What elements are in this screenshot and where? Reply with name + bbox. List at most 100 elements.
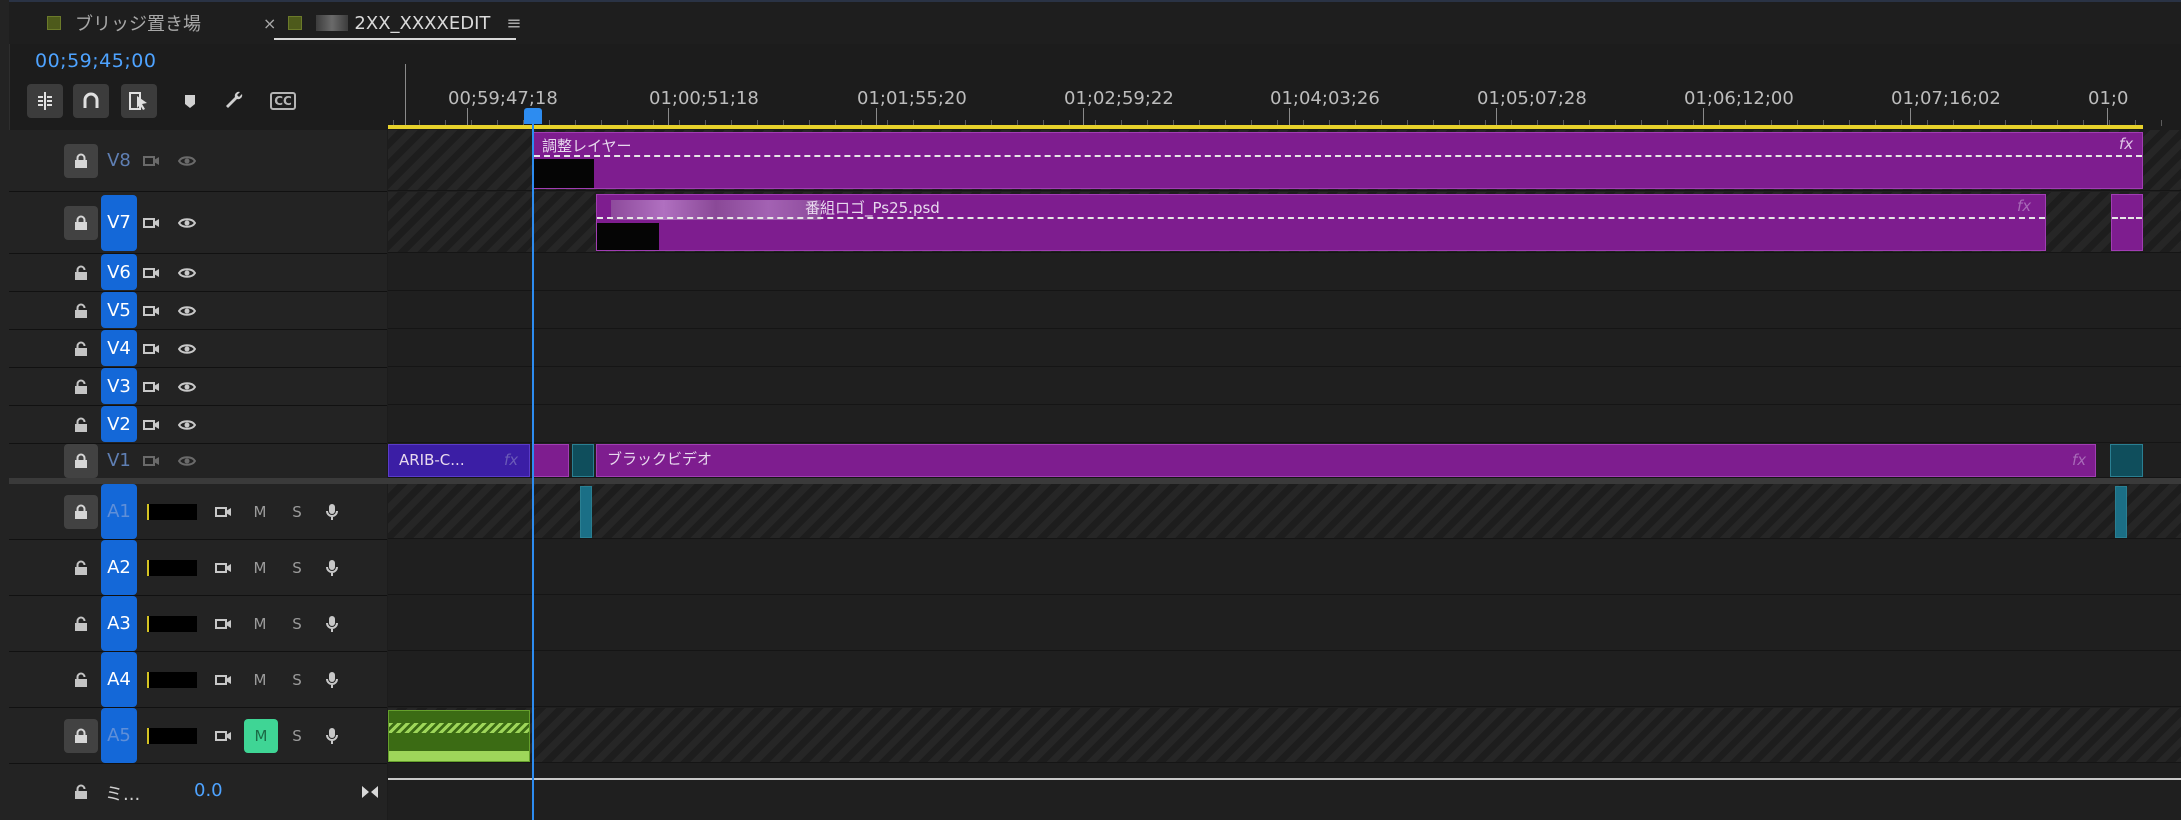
voiceover-mic-icon[interactable] (319, 500, 345, 524)
voiceover-mic-icon[interactable] (319, 556, 345, 580)
sync-lock-icon[interactable] (211, 612, 237, 636)
mix-volume-value[interactable]: 0.0 (194, 780, 223, 801)
snap-magnet-icon[interactable] (73, 84, 109, 118)
sync-lock-icon[interactable] (211, 724, 237, 748)
lock-icon[interactable] (64, 718, 98, 753)
ruler-major-tick (668, 108, 669, 126)
unlock-icon[interactable] (69, 668, 93, 692)
playhead-timecode[interactable]: 00;59;45;00 (35, 50, 156, 72)
track-target-v1[interactable]: V1 (101, 444, 137, 477)
unlock-icon[interactable] (69, 299, 93, 323)
clip-logo-psd[interactable]: 番組ロゴ_Ps25.psd fx (596, 194, 2046, 251)
insert-edit-icon[interactable] (27, 84, 63, 118)
sync-lock-icon[interactable] (139, 261, 165, 285)
voiceover-mic-icon[interactable] (319, 612, 345, 636)
unlock-icon[interactable] (69, 612, 93, 636)
sync-lock-icon[interactable] (211, 500, 237, 524)
unlock-icon[interactable] (69, 780, 93, 804)
solo-button[interactable]: S (284, 500, 310, 524)
sync-lock-icon[interactable] (139, 337, 165, 361)
solo-button[interactable]: S (284, 668, 310, 692)
track-target-a4[interactable]: A4 (101, 652, 137, 707)
audio-clip-small[interactable] (580, 486, 592, 538)
audio-meter (147, 615, 197, 632)
sync-lock-icon[interactable] (139, 299, 165, 323)
add-marker-icon[interactable] (172, 84, 208, 118)
mute-button[interactable]: M (244, 718, 278, 753)
eye-visibility-icon[interactable] (174, 299, 200, 323)
solo-button[interactable]: S (284, 612, 310, 636)
master-volume-line[interactable] (388, 778, 2181, 780)
track-target-v3[interactable]: V3 (101, 368, 137, 404)
eye-visibility-icon[interactable] (174, 337, 200, 361)
solo-button[interactable]: S (284, 556, 310, 580)
mute-button[interactable]: M (247, 668, 273, 692)
work-area-bar[interactable] (388, 125, 2143, 129)
tab-edit-sequence[interactable]: × 2XX_XXXXEDIT ≡ (263, 10, 521, 36)
mute-button[interactable]: M (247, 612, 273, 636)
eye-visibility-icon[interactable] (174, 149, 200, 173)
unlock-icon[interactable] (69, 261, 93, 285)
track-target-a3[interactable]: A3 (101, 596, 137, 651)
track-target-v4[interactable]: V4 (101, 330, 137, 366)
linked-selection-icon[interactable] (121, 84, 157, 118)
eye-visibility-icon[interactable] (174, 375, 200, 399)
audio-clip-small[interactable] (2115, 486, 2127, 538)
voiceover-mic-icon[interactable] (319, 724, 345, 748)
lock-icon[interactable] (64, 494, 98, 529)
sync-lock-icon[interactable] (211, 556, 237, 580)
voiceover-mic-icon[interactable] (319, 668, 345, 692)
sync-lock-icon[interactable] (139, 413, 165, 437)
track-target-v8[interactable]: V8 (101, 133, 137, 189)
sync-lock-icon[interactable] (139, 211, 165, 235)
unlock-icon[interactable] (69, 337, 93, 361)
solo-button[interactable]: S (284, 724, 310, 748)
lock-icon[interactable] (64, 143, 98, 178)
track-target-v7[interactable]: V7 (101, 194, 137, 251)
eye-visibility-icon[interactable] (174, 449, 200, 473)
mute-button[interactable]: M (247, 500, 273, 524)
unlock-icon[interactable] (69, 556, 93, 580)
eye-visibility-icon[interactable] (174, 211, 200, 235)
track-target-v6[interactable]: V6 (101, 254, 137, 290)
mute-button[interactable]: M (247, 556, 273, 580)
audio-clip-green[interactable] (388, 710, 530, 762)
clip-transition-marker[interactable] (572, 444, 594, 477)
track-header-mix: ミ... 0.0 (9, 764, 387, 820)
eye-visibility-icon[interactable] (174, 261, 200, 285)
clip-arib-caption[interactable]: ARIB-C... fx (388, 444, 530, 477)
unlock-icon[interactable] (69, 375, 93, 399)
sync-lock-icon[interactable] (139, 449, 165, 473)
track-target-v5[interactable]: V5 (101, 292, 137, 328)
clip-black-video[interactable]: ブラックビデオ fx (596, 444, 2096, 477)
clip-label: ブラックビデオ (607, 450, 713, 468)
track-target-a2[interactable]: A2 (101, 540, 137, 595)
track-target-v2[interactable]: V2 (101, 406, 137, 442)
clip-small-purple[interactable] (533, 444, 569, 477)
track-header-a4: A4 M S (9, 652, 387, 708)
track-lane-a3 (388, 596, 2181, 651)
lock-icon[interactable] (64, 444, 98, 478)
clip-logo-psd-tail[interactable] (2111, 194, 2143, 251)
sync-lock-icon[interactable] (139, 149, 165, 173)
tab-menu-icon[interactable]: ≡ (506, 13, 521, 34)
clip-transition-marker[interactable] (2110, 444, 2143, 477)
playhead-line[interactable] (532, 110, 534, 820)
tab-close-icon[interactable]: × (263, 14, 276, 33)
fx-badge: fx (2072, 451, 2087, 469)
track-target-a1[interactable]: A1 (101, 484, 137, 539)
timeline-tracks[interactable]: 調整レイヤー fx 番組ロゴ_Ps25.psd fx ARIB-C... fx … (388, 130, 2181, 820)
sync-lock-icon[interactable] (211, 668, 237, 692)
tab-bridge[interactable]: ブリッジ置き場 (47, 10, 201, 36)
video-audio-divider[interactable] (9, 478, 2181, 484)
sync-lock-icon[interactable] (139, 375, 165, 399)
captions-cc-icon[interactable]: CC (265, 84, 301, 118)
clip-adjustment-layer[interactable]: 調整レイヤー fx (533, 132, 2143, 189)
wrench-settings-icon[interactable] (217, 84, 253, 118)
time-ruler[interactable]: 00;59;47;18 01;00;51;18 01;01;55;20 01;02;5… (388, 64, 2181, 130)
expand-collapse-icon[interactable] (357, 780, 383, 804)
lock-icon[interactable] (64, 205, 98, 240)
eye-visibility-icon[interactable] (174, 413, 200, 437)
unlock-icon[interactable] (69, 413, 93, 437)
track-target-a5[interactable]: A5 (101, 708, 137, 763)
